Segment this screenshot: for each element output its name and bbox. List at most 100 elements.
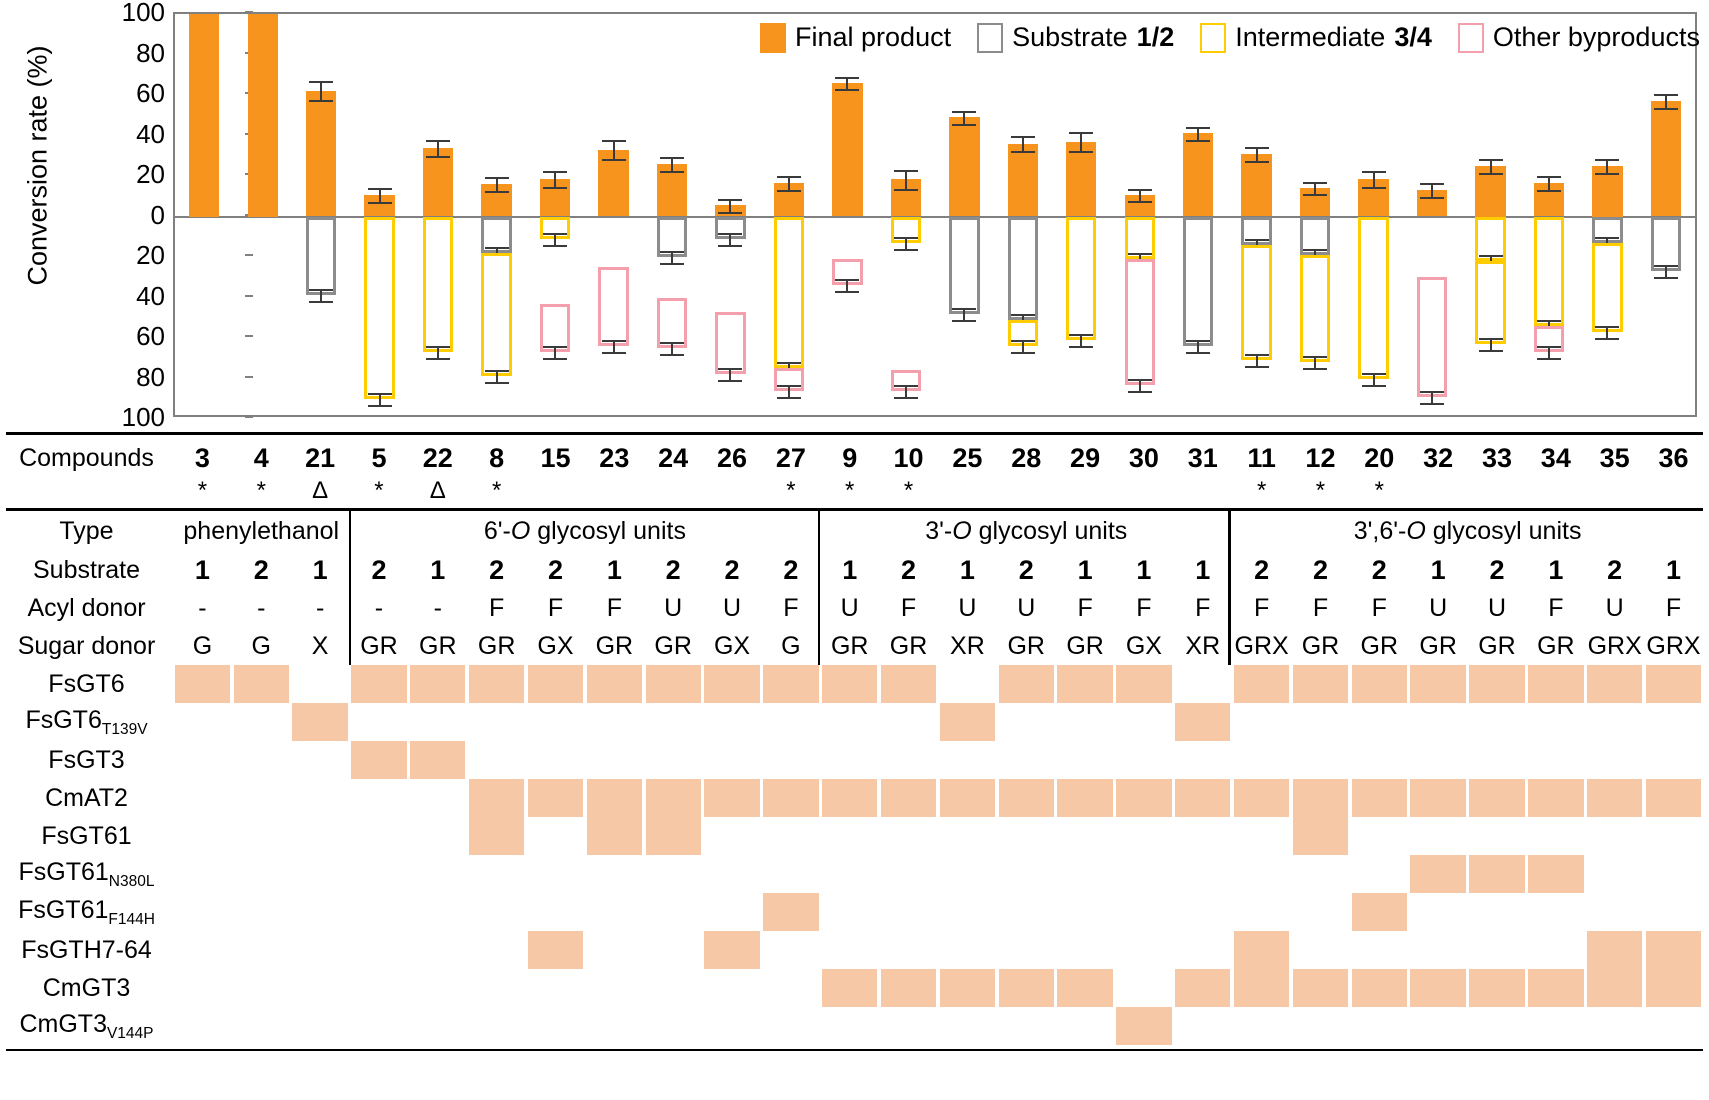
enzyme-row-label: CmAT2 (45, 783, 128, 812)
enzyme-cell (467, 893, 526, 931)
bar-segment-final-product (305, 90, 337, 217)
enzyme-cell (467, 969, 526, 1007)
enzyme-cell (1585, 969, 1644, 1007)
enzyme-cell (173, 893, 232, 931)
enzyme-active-swatch (880, 779, 937, 817)
enzyme-cell (1409, 855, 1468, 893)
enzyme-cell (1585, 703, 1644, 741)
error-bar-cap (1595, 325, 1620, 328)
error-bar-cap (893, 169, 918, 172)
enzyme-cell (1232, 1007, 1291, 1045)
bar-segment-intermediate (1358, 216, 1389, 379)
error-bar-cap (952, 319, 977, 322)
enzyme-cell (1173, 665, 1232, 703)
enzyme-cell (1526, 1007, 1585, 1045)
error-bar-cap (776, 362, 801, 365)
sugar-donor-value: GR (419, 631, 457, 660)
enzyme-active-swatch (1410, 969, 1466, 1007)
enzyme-cell (232, 893, 291, 931)
enzyme-cell (1350, 817, 1409, 855)
enzyme-cell (997, 817, 1056, 855)
error-bar-cap (367, 392, 392, 395)
enzyme-active-swatch (527, 665, 584, 703)
enzyme-active-swatch (1528, 969, 1584, 1007)
enzyme-cell (1232, 665, 1291, 703)
bar-segment-substrate (1183, 216, 1214, 347)
chart-legend: Final product Substrate 1/2 Intermediate 3… (760, 22, 1700, 53)
enzyme-cell (1173, 741, 1232, 779)
enzyme-cell (232, 855, 291, 893)
bar-column (1169, 14, 1227, 415)
acyl-donor-value: F (547, 593, 564, 622)
compound-marks-row: * * Δ * Δ * * * * * * * (0, 477, 1709, 505)
error-bar-cap (484, 191, 509, 194)
enzyme-cell (879, 665, 938, 703)
error-bar-cap (601, 352, 626, 355)
enzyme-active-swatch (527, 779, 584, 817)
compound-id: 29 (1070, 442, 1101, 473)
enzyme-cell (761, 741, 820, 779)
substrate-value: 2 (1607, 554, 1623, 585)
enzyme-active-swatch (645, 817, 701, 855)
bar-segment-intermediate (1592, 242, 1623, 332)
substrate-value: 1 (1430, 554, 1446, 585)
compound-mark (1056, 477, 1115, 505)
enzyme-cell (1585, 817, 1644, 855)
enzyme-cell (761, 703, 820, 741)
enzyme-cell (1526, 703, 1585, 741)
sugar-donor-value: GR (595, 631, 634, 660)
error-bar-cap (718, 199, 743, 202)
error-bar (437, 139, 440, 156)
enzyme-cell (938, 969, 997, 1007)
legend-item-intermediate: Intermediate 3/4 (1200, 22, 1432, 53)
enzyme-cell (467, 665, 526, 703)
enzyme-cell (761, 969, 820, 1007)
bar-segment-intermediate (364, 216, 395, 399)
enzyme-cell (1056, 665, 1115, 703)
plot-area (173, 12, 1697, 417)
error-bar-cap (1478, 172, 1503, 175)
enzyme-active-swatch (468, 665, 525, 703)
enzyme-cell (173, 665, 232, 703)
enzyme-cell (585, 703, 644, 741)
enzyme-cell (1291, 779, 1350, 817)
error-bar-cap (1537, 190, 1562, 193)
enzyme-cell (1115, 893, 1174, 931)
enzyme-cell (644, 817, 703, 855)
enzyme-cell (1350, 931, 1409, 969)
enzyme-cell (585, 855, 644, 893)
bar-column (994, 14, 1052, 415)
compound-mark (1526, 477, 1585, 505)
legend-label-emphasis: 3/4 (1394, 22, 1432, 52)
sugar-donor-value: XR (1185, 631, 1221, 660)
enzyme-cell (173, 855, 232, 893)
enzyme-active-swatch (1175, 969, 1231, 1007)
enzyme-row: CmGT3V144P (0, 1007, 1709, 1045)
enzyme-cell (173, 703, 232, 741)
enzyme-cell (1232, 817, 1291, 855)
enzyme-cell (703, 1007, 762, 1045)
enzyme-cell (526, 817, 585, 855)
error-bar-cap (1478, 338, 1503, 341)
figure-root: Conversion rate (%) 100 80 60 40 20 0 20 40 60 80… (0, 0, 1709, 1100)
enzyme-cell (1644, 1007, 1703, 1045)
compound-id: 10 (893, 442, 924, 473)
enzyme-active-swatch (1292, 969, 1349, 1007)
error-bar-cap (1420, 402, 1445, 405)
enzyme-cell (1468, 1007, 1527, 1045)
enzyme-active-swatch (1175, 703, 1231, 741)
enzyme-active-swatch (1410, 855, 1466, 893)
error-bar (554, 171, 557, 187)
enzyme-cell (644, 741, 703, 779)
enzyme-cell (526, 931, 585, 969)
compound-mark (1585, 477, 1644, 505)
enzyme-cell (585, 893, 644, 931)
compound-mark (1468, 477, 1527, 505)
enzyme-row-label: FsGT61F144H (18, 895, 155, 928)
error-bar-cap (952, 111, 977, 114)
enzyme-cell (938, 817, 997, 855)
acyl-donor-value: - (433, 593, 442, 622)
enzyme-cell (408, 779, 467, 817)
enzyme-cell (938, 703, 997, 741)
enzyme-cell (585, 779, 644, 817)
